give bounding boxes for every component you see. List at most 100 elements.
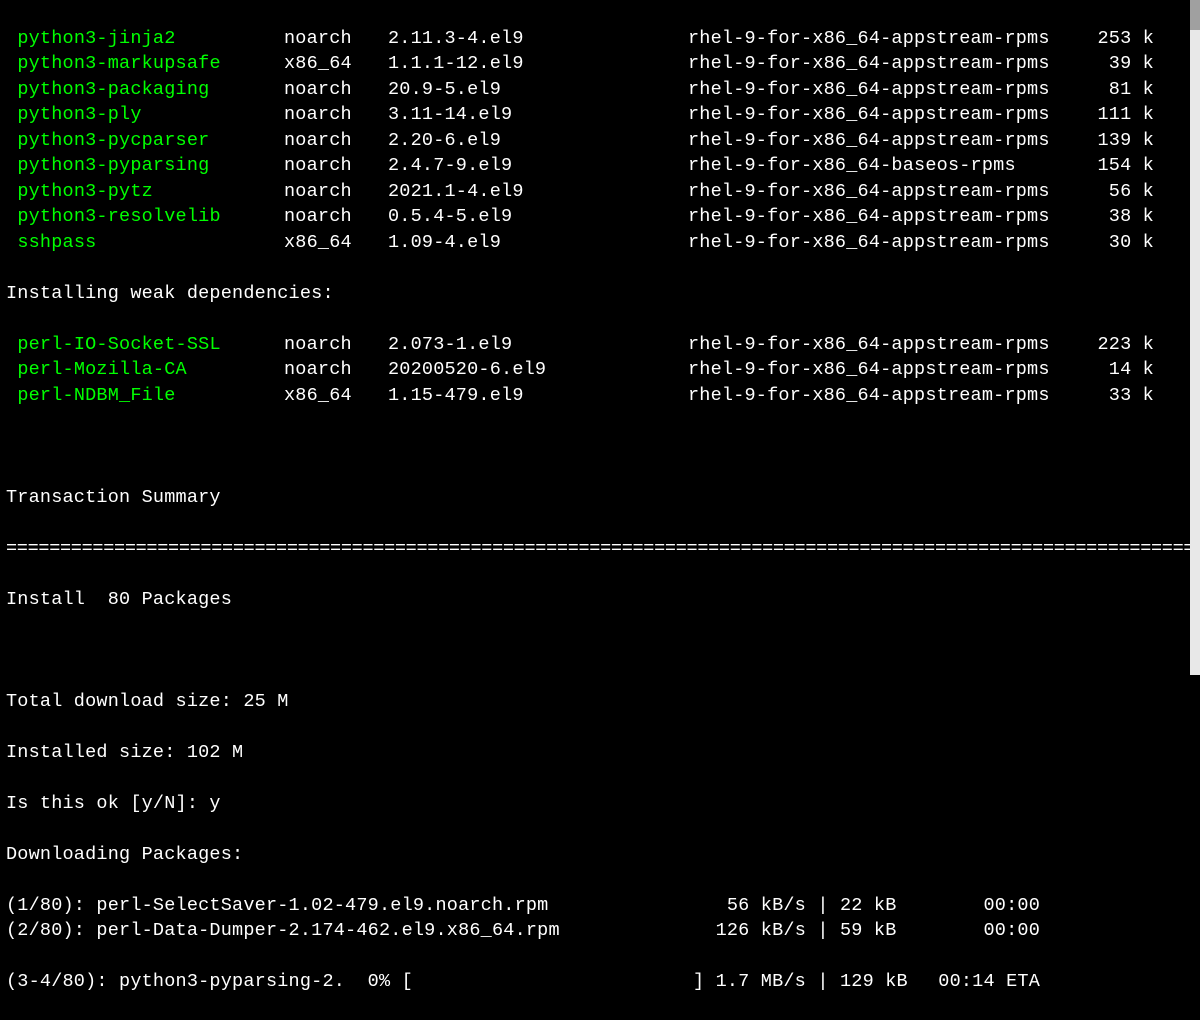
progress-separator: |: [806, 969, 840, 995]
package-version: 1.15-479.el9: [388, 383, 688, 409]
package-size: 253 k: [1084, 26, 1154, 52]
package-arch: noarch: [284, 77, 388, 103]
package-name: python3-pyparsing: [6, 153, 284, 179]
package-version: 2.20-6.el9: [388, 128, 688, 154]
package-name: python3-pytz: [6, 179, 284, 205]
package-name: python3-packaging: [6, 77, 284, 103]
package-row: python3-markupsafex86_641.1.1-12.el9rhel…: [6, 51, 1194, 77]
package-name: perl-IO-Socket-SSL: [6, 332, 284, 358]
transaction-summary-title: Transaction Summary: [6, 485, 1194, 511]
package-size: 111 k: [1084, 102, 1154, 128]
package-version: 0.5.4-5.el9: [388, 204, 688, 230]
downloading-header: Downloading Packages:: [6, 842, 1194, 868]
package-size: 39 k: [1084, 51, 1154, 77]
package-size: 56 k: [1084, 179, 1154, 205]
package-version: 2.11.3-4.el9: [388, 26, 688, 52]
install-count: Install 80 Packages: [6, 587, 1194, 613]
package-name: sshpass: [6, 230, 284, 256]
package-name: python3-ply: [6, 102, 284, 128]
package-row: python3-packagingnoarch20.9-5.el9rhel-9-…: [6, 77, 1194, 103]
progress-amount: 129 kB: [840, 969, 930, 995]
blank-line: [6, 638, 1194, 664]
download-label: (2/80): perl-Data-Dumper-2.174-462.el9.x…: [6, 918, 666, 944]
package-name: python3-markupsafe: [6, 51, 284, 77]
package-repo: rhel-9-for-x86_64-baseos-rpms: [688, 153, 1084, 179]
package-row: python3-plynoarch3.11-14.el9rhel-9-for-x…: [6, 102, 1194, 128]
progress-label: (3-4/80): python3-pyparsing-2. 0% [: [6, 969, 666, 995]
package-repo: rhel-9-for-x86_64-appstream-rpms: [688, 51, 1084, 77]
weak-deps-header: Installing weak dependencies:: [0, 281, 1194, 307]
package-name: perl-NDBM_File: [6, 383, 284, 409]
download-speed: 126 kB/s: [666, 918, 806, 944]
package-repo: rhel-9-for-x86_64-appstream-rpms: [688, 230, 1084, 256]
package-arch: noarch: [284, 332, 388, 358]
package-arch: x86_64: [284, 383, 388, 409]
package-arch: x86_64: [284, 230, 388, 256]
download-time: 00:00: [930, 918, 1040, 944]
total-download-size: Total download size: 25 M: [6, 689, 1194, 715]
package-repo: rhel-9-for-x86_64-appstream-rpms: [688, 179, 1084, 205]
download-time: 00:00: [930, 893, 1040, 919]
package-row: python3-jinja2noarch2.11.3-4.el9rhel-9-f…: [6, 26, 1194, 52]
package-name: python3-resolvelib: [6, 204, 284, 230]
package-arch: noarch: [284, 204, 388, 230]
package-row: perl-NDBM_Filex86_641.15-479.el9rhel-9-f…: [6, 383, 1194, 409]
package-repo: rhel-9-for-x86_64-appstream-rpms: [688, 102, 1084, 128]
package-size: 38 k: [1084, 204, 1154, 230]
download-row: (1/80): perl-SelectSaver-1.02-479.el9.no…: [6, 893, 1194, 919]
package-version: 20200520-6.el9: [388, 357, 688, 383]
package-repo: rhel-9-for-x86_64-appstream-rpms: [688, 357, 1084, 383]
package-size: 33 k: [1084, 383, 1154, 409]
package-repo: rhel-9-for-x86_64-appstream-rpms: [688, 77, 1084, 103]
package-size: 139 k: [1084, 128, 1154, 154]
package-size: 154 k: [1084, 153, 1154, 179]
package-row: python3-pycparsernoarch2.20-6.el9rhel-9-…: [6, 128, 1194, 154]
package-row: perl-IO-Socket-SSLnoarch2.073-1.el9rhel-…: [6, 332, 1194, 358]
package-version: 20.9-5.el9: [388, 77, 688, 103]
package-row: sshpassx86_641.09-4.el9rhel-9-for-x86_64…: [6, 230, 1194, 256]
confirm-prompt: Is this ok [y/N]: y: [6, 791, 1194, 817]
package-version: 2.073-1.el9: [388, 332, 688, 358]
package-version: 2.4.7-9.el9: [388, 153, 688, 179]
package-arch: noarch: [284, 26, 388, 52]
package-version: 1.1.1-12.el9: [388, 51, 688, 77]
package-arch: noarch: [284, 153, 388, 179]
package-row: python3-pytznoarch2021.1-4.el9rhel-9-for…: [6, 179, 1194, 205]
package-version: 3.11-14.el9: [388, 102, 688, 128]
package-size: 81 k: [1084, 77, 1154, 103]
download-label: (1/80): perl-SelectSaver-1.02-479.el9.no…: [6, 893, 666, 919]
package-arch: noarch: [284, 128, 388, 154]
package-row: python3-resolvelibnoarch0.5.4-5.el9rhel-…: [6, 204, 1194, 230]
download-separator: |: [806, 918, 840, 944]
blank-line: [6, 434, 1194, 460]
download-separator: |: [806, 893, 840, 919]
package-row: python3-pyparsingnoarch2.4.7-9.el9rhel-9…: [6, 153, 1194, 179]
download-list: (1/80): perl-SelectSaver-1.02-479.el9.no…: [6, 893, 1194, 944]
download-row: (2/80): perl-Data-Dumper-2.174-462.el9.x…: [6, 918, 1194, 944]
progress-speed: ] 1.7 MB/s: [666, 969, 806, 995]
download-amount: 59 kB: [840, 918, 930, 944]
scrollbar-track[interactable]: [1190, 0, 1200, 675]
scrollbar-thumb[interactable]: [1190, 0, 1200, 30]
package-version: 1.09-4.el9: [388, 230, 688, 256]
progress-row: (3-4/80): python3-pyparsing-2. 0% [ ] 1.…: [6, 969, 1194, 995]
package-arch: noarch: [284, 179, 388, 205]
package-name: perl-Mozilla-CA: [6, 357, 284, 383]
package-size: 14 k: [1084, 357, 1154, 383]
package-repo: rhel-9-for-x86_64-appstream-rpms: [688, 332, 1084, 358]
terminal-output[interactable]: python3-jinja2noarch2.11.3-4.el9rhel-9-f…: [0, 0, 1200, 1020]
package-list: python3-jinja2noarch2.11.3-4.el9rhel-9-f…: [6, 26, 1194, 256]
package-repo: rhel-9-for-x86_64-appstream-rpms: [688, 128, 1084, 154]
package-arch: noarch: [284, 357, 388, 383]
weak-package-list: perl-IO-Socket-SSLnoarch2.073-1.el9rhel-…: [6, 332, 1194, 409]
package-repo: rhel-9-for-x86_64-appstream-rpms: [688, 204, 1084, 230]
download-amount: 22 kB: [840, 893, 930, 919]
progress-eta: 00:14 ETA: [930, 969, 1040, 995]
package-repo: rhel-9-for-x86_64-appstream-rpms: [688, 383, 1084, 409]
download-speed: 56 kB/s: [666, 893, 806, 919]
package-arch: noarch: [284, 102, 388, 128]
package-version: 2021.1-4.el9: [388, 179, 688, 205]
divider-line: ========================================…: [0, 536, 1194, 562]
package-repo: rhel-9-for-x86_64-appstream-rpms: [688, 26, 1084, 52]
package-arch: x86_64: [284, 51, 388, 77]
